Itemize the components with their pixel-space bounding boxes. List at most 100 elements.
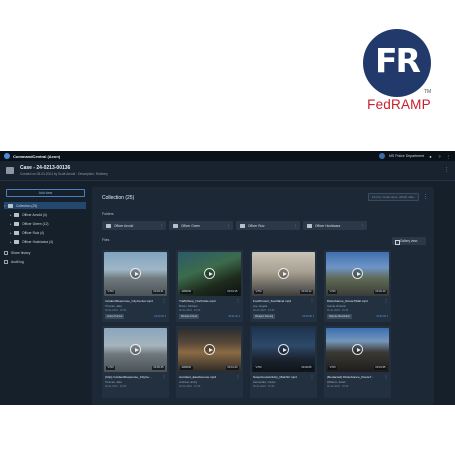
log-icon <box>4 260 8 264</box>
folder-label: Officer Green <box>181 223 201 228</box>
file-name[interactable]: Disturbance_Route70tall.mp4 <box>327 299 383 303</box>
app-logo-icon[interactable] <box>4 153 10 159</box>
play-icon[interactable] <box>352 268 363 279</box>
app-title: CommandCentral (Axon) <box>13 153 61 159</box>
file-more-icon[interactable]: ⋮ <box>236 298 240 303</box>
folder-officer-arnold[interactable]: Officer Arnold ⋮ <box>102 221 166 230</box>
file-tag[interactable]: Dispute Resolution <box>327 314 352 319</box>
files-heading: Files <box>102 238 110 242</box>
file-name[interactable]: (Clip) IncidentResponse_CityCe... <box>105 375 161 379</box>
play-icon[interactable] <box>130 268 141 279</box>
more-options-icon[interactable]: ⋮ <box>423 194 428 200</box>
file-card[interactable]: V700 00:02:31 IncidentResponse_CityCente… <box>102 250 169 322</box>
fedramp-tm-mark: TM <box>424 89 432 95</box>
file-card[interactable]: V700 00:02:05 SuspiciousActivity_MainStr… <box>250 326 317 398</box>
sidebar-item-label: Officer Ruiz (4) <box>22 230 45 235</box>
file-card[interactable]: ARMOR 00:01:15 TrafficStop_Northside.mp4… <box>176 250 243 322</box>
audit-log-link[interactable]: Audit log <box>4 260 24 264</box>
play-icon[interactable] <box>204 344 215 355</box>
camera-badge: V700 <box>254 290 264 294</box>
file-name[interactable]: IncidentResponse_CityCenter.mp4 <box>105 299 161 303</box>
sidebar: Add view ▾ Collection (25) ▸ Officer Arn… <box>0 182 90 405</box>
play-icon[interactable] <box>352 344 363 355</box>
camera-badge: ARMOR <box>180 290 193 294</box>
play-icon[interactable] <box>204 268 215 279</box>
file-more-icon[interactable]: ⋮ <box>384 298 388 303</box>
file-tag[interactable]: Weapon Fleeing <box>253 314 276 319</box>
file-card[interactable]: V700 00:01:55 (Redacted) Disturbance_Rou… <box>324 326 391 398</box>
file-date: 02-21-2023 · 15:30 <box>105 309 127 312</box>
share-history-link[interactable]: Share history <box>4 251 30 255</box>
file-more-icon[interactable]: ⋮ <box>162 374 166 379</box>
case-title: Case - 24-0213-00136 <box>20 165 71 171</box>
duration-badge: 00:01:55 <box>373 366 387 370</box>
collection-title: Collection (25) <box>102 195 135 201</box>
sidebar-item-label: Collection (25) <box>16 203 38 208</box>
add-view-button[interactable]: Add view <box>6 189 85 197</box>
file-name[interactable]: SuspiciousActivity_MainStr.mp4 <box>253 375 309 379</box>
file-timestamp-link[interactable]: 00:02:00 ▾ <box>376 315 388 318</box>
file-timestamp-link[interactable]: 00:01:00 ▾ <box>228 315 240 318</box>
duration-badge: 00:02:31 <box>151 290 165 294</box>
apps-grid-icon[interactable]: ⋮ <box>446 154 451 159</box>
sidebar-item-label: Officer Arnold (4) <box>22 212 47 217</box>
folder-label: Officer Hoshiwara <box>315 223 341 228</box>
folder-icon <box>14 221 19 226</box>
file-date: 02-21-2023 · 15:30 <box>327 309 349 312</box>
file-owner: Williams, Sarah <box>327 381 346 384</box>
file-more-icon[interactable]: ⋮ <box>384 374 388 379</box>
sidebar-item-officer-ruiz[interactable]: ▸ Officer Ruiz (4) <box>10 229 44 236</box>
file-date: 02-21-2023 · 15:30 <box>327 385 349 388</box>
folder-officer-hoshiwara[interactable]: Officer Hoshiwara ⋮ <box>303 221 367 230</box>
sidebar-item-officer-arnold[interactable]: ▸ Officer Arnold (4) <box>10 211 47 218</box>
file-card[interactable]: V700 00:02:10 Disturbance_Route70tall.mp… <box>324 250 391 322</box>
play-icon[interactable] <box>278 344 289 355</box>
file-more-icon[interactable]: ⋮ <box>162 298 166 303</box>
department-avatar[interactable] <box>378 153 385 159</box>
file-card[interactable]: V700 00:03:12 FootPursuit_SouthEnd.mp4 ⋮… <box>250 250 317 322</box>
file-tag[interactable]: Active Pursuit <box>105 314 125 319</box>
camera-badge: V700 <box>254 366 264 370</box>
file-tag[interactable]: Routine Check <box>179 314 200 319</box>
department-name[interactable]: MS Police Department <box>389 154 424 158</box>
folder-more-icon[interactable]: ⋮ <box>361 224 365 228</box>
folder-icon <box>307 223 312 228</box>
search-input[interactable]: Find by media name, official, date... <box>368 193 419 201</box>
file-name[interactable]: FootPursuit_SouthEnd.mp4 <box>253 299 309 303</box>
sidebar-item-officer-green[interactable]: ▸ Officer Green (12) <box>10 220 49 227</box>
play-icon[interactable] <box>130 344 141 355</box>
file-more-icon[interactable]: ⋮ <box>310 298 314 303</box>
camera-badge: V700 <box>328 290 338 294</box>
sidebar-item-officer-hoshiwara[interactable]: ▸ Officer Hoshiwara (4) <box>10 238 53 245</box>
folder-officer-ruiz[interactable]: Officer Ruiz ⋮ <box>236 221 300 230</box>
collection-panel: Collection (25) Find by media name, offi… <box>92 187 434 405</box>
folder-icon <box>14 212 19 217</box>
help-icon[interactable]: ? <box>437 154 442 159</box>
duration-badge: 00:03:12 <box>299 290 313 294</box>
folder-more-icon[interactable]: ⋮ <box>227 224 231 228</box>
sidebar-item-collection[interactable]: ▾ Collection (25) <box>4 202 86 209</box>
notification-bell-icon[interactable]: ● <box>428 154 433 159</box>
file-more-icon[interactable]: ⋮ <box>236 374 240 379</box>
page: FR TM FedRAMP CommandCentral (Axon) MS P… <box>0 0 455 455</box>
file-timestamp-link[interactable]: 00:02:00 ▾ <box>154 315 166 318</box>
folder-more-icon[interactable]: ⋮ <box>294 224 298 228</box>
gallery-view-dropdown[interactable]: Gallery view <box>392 237 426 245</box>
file-name[interactable]: Accident_EastAvenue.mp4 <box>179 375 235 379</box>
folder-officer-green[interactable]: Officer Green ⋮ <box>169 221 233 230</box>
sidebar-item-label: Officer Hoshiwara (4) <box>22 239 54 244</box>
file-name[interactable]: (Redacted) Disturbance_Route7... <box>327 375 383 379</box>
file-name[interactable]: TrafficStop_Northside.mp4 <box>179 299 235 303</box>
folder-more-icon[interactable]: ⋮ <box>160 224 164 228</box>
file-card[interactable]: ARMOR 00:01:40 Accident_EastAvenue.mp4 ⋮… <box>176 326 243 398</box>
folder-icon <box>106 223 111 228</box>
play-icon[interactable] <box>278 268 289 279</box>
file-timestamp-link[interactable]: 00:03:00 ▾ <box>302 315 314 318</box>
file-card[interactable]: V700 00:00:45 (Clip) IncidentResponse_Ci… <box>102 326 169 398</box>
case-more-icon[interactable]: ⋮ <box>444 167 449 173</box>
duration-badge: 00:01:40 <box>225 366 239 370</box>
duration-badge: 00:02:05 <box>299 366 313 370</box>
file-owner: Thomas, Jake <box>105 381 122 384</box>
file-more-icon[interactable]: ⋮ <box>310 374 314 379</box>
duration-badge: 00:02:10 <box>373 290 387 294</box>
